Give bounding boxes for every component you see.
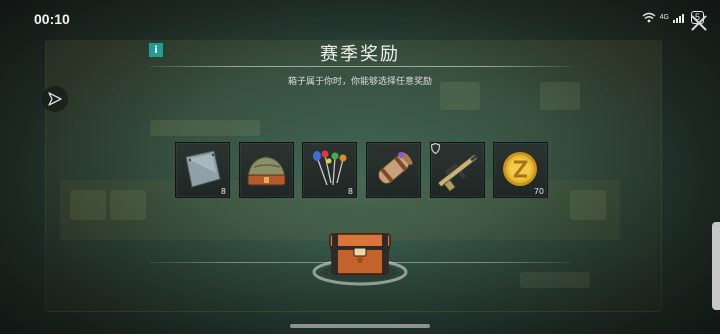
background-button — [520, 272, 590, 288]
dialog-subtitle: 箱子属于你时，你能够选择任意奖励 — [287, 77, 432, 87]
side-panel-handle[interactable] — [712, 222, 720, 310]
reward-chest-icon[interactable] — [310, 222, 410, 286]
background-item — [70, 190, 106, 220]
home-indicator[interactable] — [290, 324, 430, 328]
reward-slot[interactable]: 8 — [175, 142, 230, 198]
paper-plane-icon — [48, 92, 62, 106]
bedroll-icon — [377, 148, 413, 185]
close-icon[interactable] — [690, 14, 708, 32]
background-item — [110, 190, 146, 220]
background-bar — [150, 120, 260, 136]
reward-quantity: 70 — [533, 187, 544, 196]
reward-quantity: 8 — [220, 187, 226, 196]
signal-icon — [672, 14, 684, 23]
reward-quantity: 8 — [347, 187, 353, 196]
reward-slot[interactable] — [430, 142, 485, 198]
game-screen: 00:10 4G 5 i 赛季奖励 箱子属于你时，你能够选择任意奖励 8 8 7… — [0, 0, 720, 334]
dialog-title: 赛季奖励 — [320, 44, 400, 65]
shield-icon — [431, 143, 440, 154]
status-time: 00:10 — [34, 11, 70, 27]
tent-bag-icon — [247, 156, 286, 186]
reward-slot[interactable]: 8 — [302, 142, 357, 198]
title-divider — [150, 66, 570, 67]
share-button[interactable] — [42, 86, 68, 112]
wifi-icon — [642, 12, 656, 23]
reward-list: 8 8 70 — [175, 142, 548, 198]
reward-slot[interactable]: 70 — [493, 142, 548, 198]
reward-slot[interactable] — [239, 142, 294, 198]
network-label: 4G — [659, 14, 669, 21]
background-item — [570, 190, 606, 220]
reward-slot[interactable] — [366, 142, 421, 198]
